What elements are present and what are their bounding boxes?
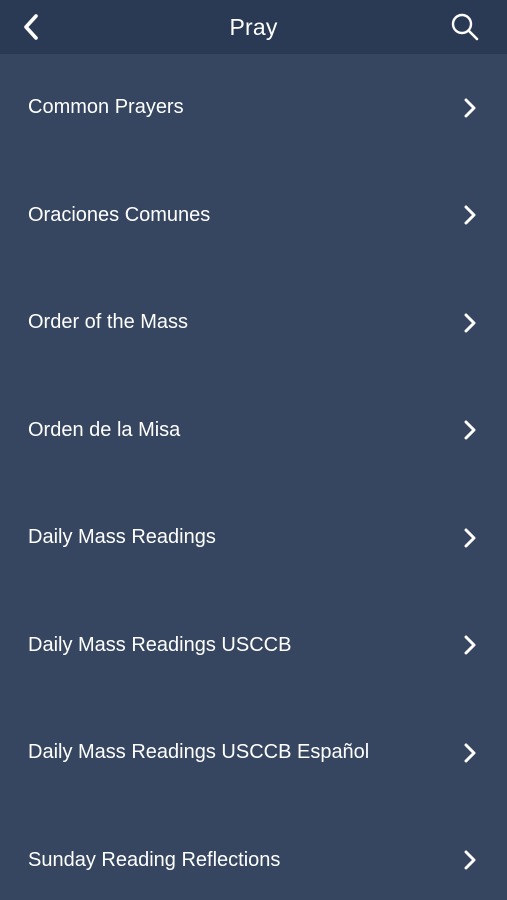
menu-item-label: Sunday Reading Reflections xyxy=(28,848,281,871)
prayer-menu-list: Common Prayers Oraciones Comunes Order o… xyxy=(0,54,507,900)
chevron-right-icon xyxy=(463,98,477,118)
chevron-right-icon xyxy=(463,420,477,440)
chevron-left-icon xyxy=(24,14,38,40)
menu-item-label: Orden de la Misa xyxy=(28,418,181,441)
menu-item-daily-mass-readings-usccb[interactable]: Daily Mass Readings USCCB xyxy=(0,592,507,700)
pray-screen: Pray Common Prayers Oraciones Comunes Or… xyxy=(0,0,507,900)
menu-item-label: Daily Mass Readings xyxy=(28,526,216,549)
menu-item-label: Daily Mass Readings USCCB xyxy=(28,633,292,656)
chevron-right-icon xyxy=(463,850,477,870)
menu-item-daily-mass-readings-usccb-espanol[interactable]: Daily Mass Readings USCCB Español xyxy=(0,699,507,807)
chevron-right-icon xyxy=(463,205,477,225)
menu-item-label: Common Prayers xyxy=(28,96,184,119)
menu-item-common-prayers[interactable]: Common Prayers xyxy=(0,54,507,162)
navigation-bar: Pray xyxy=(0,0,507,54)
menu-item-label: Oraciones Comunes xyxy=(28,203,211,226)
chevron-right-icon xyxy=(463,743,477,763)
search-button[interactable] xyxy=(449,11,481,43)
back-button[interactable] xyxy=(22,12,54,42)
menu-item-orden-de-la-misa[interactable]: Orden de la Misa xyxy=(0,377,507,485)
chevron-right-icon xyxy=(463,635,477,655)
menu-item-label: Order of the Mass xyxy=(28,311,189,334)
chevron-right-icon xyxy=(463,313,477,333)
search-icon xyxy=(451,13,479,41)
menu-item-label: Daily Mass Readings USCCB Español xyxy=(28,741,370,764)
menu-item-oraciones-comunes[interactable]: Oraciones Comunes xyxy=(0,162,507,270)
menu-item-sunday-reading-reflections[interactable]: Sunday Reading Reflections xyxy=(0,807,507,900)
chevron-right-icon xyxy=(463,528,477,548)
page-title: Pray xyxy=(229,13,278,40)
menu-item-order-of-the-mass[interactable]: Order of the Mass xyxy=(0,269,507,377)
menu-item-daily-mass-readings[interactable]: Daily Mass Readings xyxy=(0,484,507,592)
